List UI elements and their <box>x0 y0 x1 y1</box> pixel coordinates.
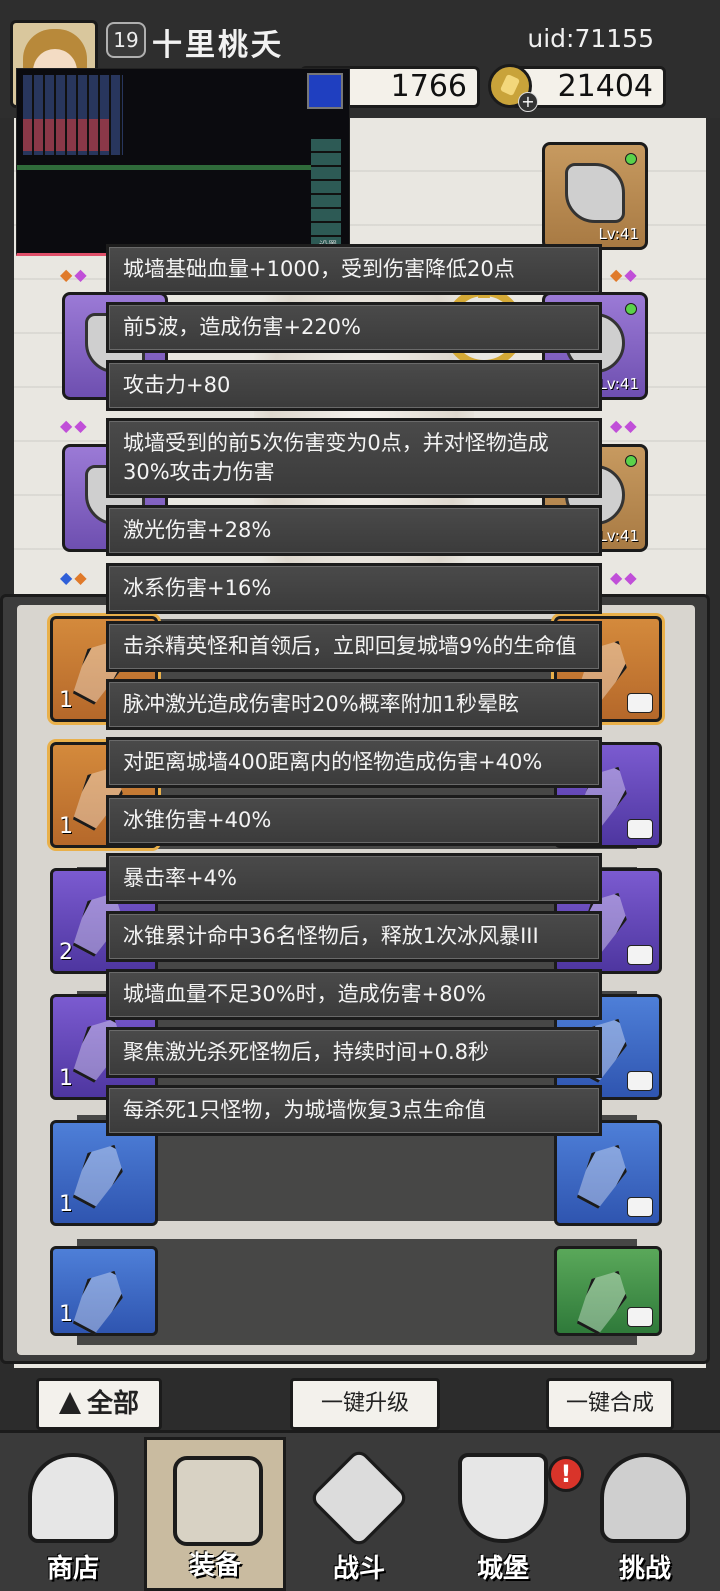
inventory-item[interactable] <box>554 1246 662 1336</box>
item-type-icon <box>627 1197 653 1217</box>
effect-item: 对距离城墙400距离内的怪物造成伤害+40% <box>106 737 602 788</box>
item-count: 1 <box>59 688 73 713</box>
effect-item: 前5波，造成伤害+220% <box>106 302 602 353</box>
player-name: 十里桃夭 <box>152 28 284 63</box>
crystal-icon <box>66 1261 132 1338</box>
backpack-icon <box>173 1456 263 1546</box>
nav-label: 城堡 <box>476 1554 529 1584</box>
floating-video-window[interactable]: 设置 <box>16 68 350 256</box>
video-ground <box>17 165 317 170</box>
nav-label: 挑战 <box>618 1554 671 1584</box>
item-type-icon <box>627 693 653 713</box>
nav-label: 战斗 <box>332 1554 385 1584</box>
nav-shop[interactable]: 商店 <box>2 1437 144 1591</box>
effect-item: 击杀精英怪和首领后，立即回复城墙9%的生命值 <box>106 621 602 672</box>
item-type-icon <box>627 1071 653 1091</box>
effect-item: 聚焦激光杀死怪物后，持续时间+0.8秒 <box>106 1027 602 1078</box>
upgrade-ready-dot <box>625 455 637 467</box>
item-count: 1 <box>59 1302 73 1327</box>
nav-label: 商店 <box>46 1554 99 1584</box>
effects-list: 城墙基础血量+1000，受到伤害降低20点 前5波，造成伤害+220% 攻击力+… <box>106 244 602 1143</box>
nav-challenge[interactable]: 挑战 <box>574 1437 716 1591</box>
video-inventory-grid <box>23 119 111 151</box>
merge-all-button[interactable]: 一键合成 <box>546 1378 674 1430</box>
effect-item: 攻击力+80 <box>106 360 602 411</box>
filter-all-button[interactable]: 全部 <box>36 1378 162 1430</box>
player-level-badge: 19 <box>106 22 146 58</box>
effect-item: 冰系伤害+16% <box>106 563 602 614</box>
filter-all-label: 全部 <box>86 1389 139 1419</box>
item-count: 1 <box>59 1192 73 1217</box>
inventory-item[interactable]: 1 <box>50 1246 158 1336</box>
item-count: 2 <box>59 940 73 965</box>
equip-level: Lv:41 <box>598 527 639 545</box>
bottom-nav: 商店 装备 战斗 城堡 挑战 <box>0 1430 720 1591</box>
inventory-row <box>77 1239 637 1345</box>
effect-item: 冰锥累计命中36名怪物后，释放1次冰风暴III <box>106 911 602 962</box>
video-sidebar <box>311 139 341 249</box>
rarity-diamonds: ◆◆ <box>610 416 639 435</box>
effect-item: 城墙血量不足30%时，造成伤害+80% <box>106 969 602 1020</box>
equip-level: Lv:41 <box>598 225 639 243</box>
rarity-diamonds: ◆◆ <box>610 568 639 587</box>
effect-item: 冰锥伤害+40% <box>106 795 602 846</box>
glove-icon <box>565 163 625 223</box>
equip-level: Lv:41 <box>598 375 639 393</box>
item-count: 1 <box>59 814 73 839</box>
rarity-diamonds: ◆◆ <box>60 416 89 435</box>
item-type-icon <box>627 945 653 965</box>
rarity-diamonds: ◆◆ <box>610 265 639 284</box>
nav-equipment[interactable]: 装备 <box>144 1437 286 1591</box>
item-type-icon <box>627 1307 653 1327</box>
effect-item: 激光伤害+28% <box>106 505 602 556</box>
upgrade-all-button[interactable]: 一键升级 <box>290 1378 440 1430</box>
rarity-diamonds: ◆◆ <box>60 568 89 587</box>
effect-item: 城墙受到的前5次伤害变为0点，并对怪物造成30%攻击力伤害 <box>106 418 602 498</box>
effect-item: 每杀死1只怪物，为城墙恢复3点生命值 <box>106 1085 602 1136</box>
upgrade-ready-dot <box>625 153 637 165</box>
equip-slot-glove[interactable]: Lv:41 <box>542 142 648 250</box>
upgrade-ready-dot <box>625 303 637 315</box>
effect-item: 城墙基础血量+1000，受到伤害降低20点 <box>106 244 602 295</box>
crossed-swords-icon <box>308 1447 410 1549</box>
rarity-diamonds: ◆◆ <box>60 265 89 284</box>
castle-icon <box>458 1453 548 1543</box>
add-gold-button[interactable]: + <box>518 92 538 112</box>
nav-label: 装备 <box>188 1551 241 1581</box>
item-count: 1 <box>59 1066 73 1091</box>
crystal-icon <box>66 1135 132 1212</box>
shield-icon <box>600 1453 690 1543</box>
crystal-icon <box>570 1261 636 1338</box>
video-minimap <box>307 73 343 109</box>
effect-item: 暴击率+4% <box>106 853 602 904</box>
item-type-icon <box>627 819 653 839</box>
nav-battle[interactable]: 战斗 <box>288 1437 430 1591</box>
player-uid: uid:71155 <box>527 24 654 53</box>
effect-item: 脉冲激光造成伤害时20%概率附加1秒晕眩 <box>106 679 602 730</box>
shop-icon <box>28 1453 118 1543</box>
notification-badge: ! <box>548 1456 584 1492</box>
filter-triangle-icon <box>58 1392 81 1414</box>
